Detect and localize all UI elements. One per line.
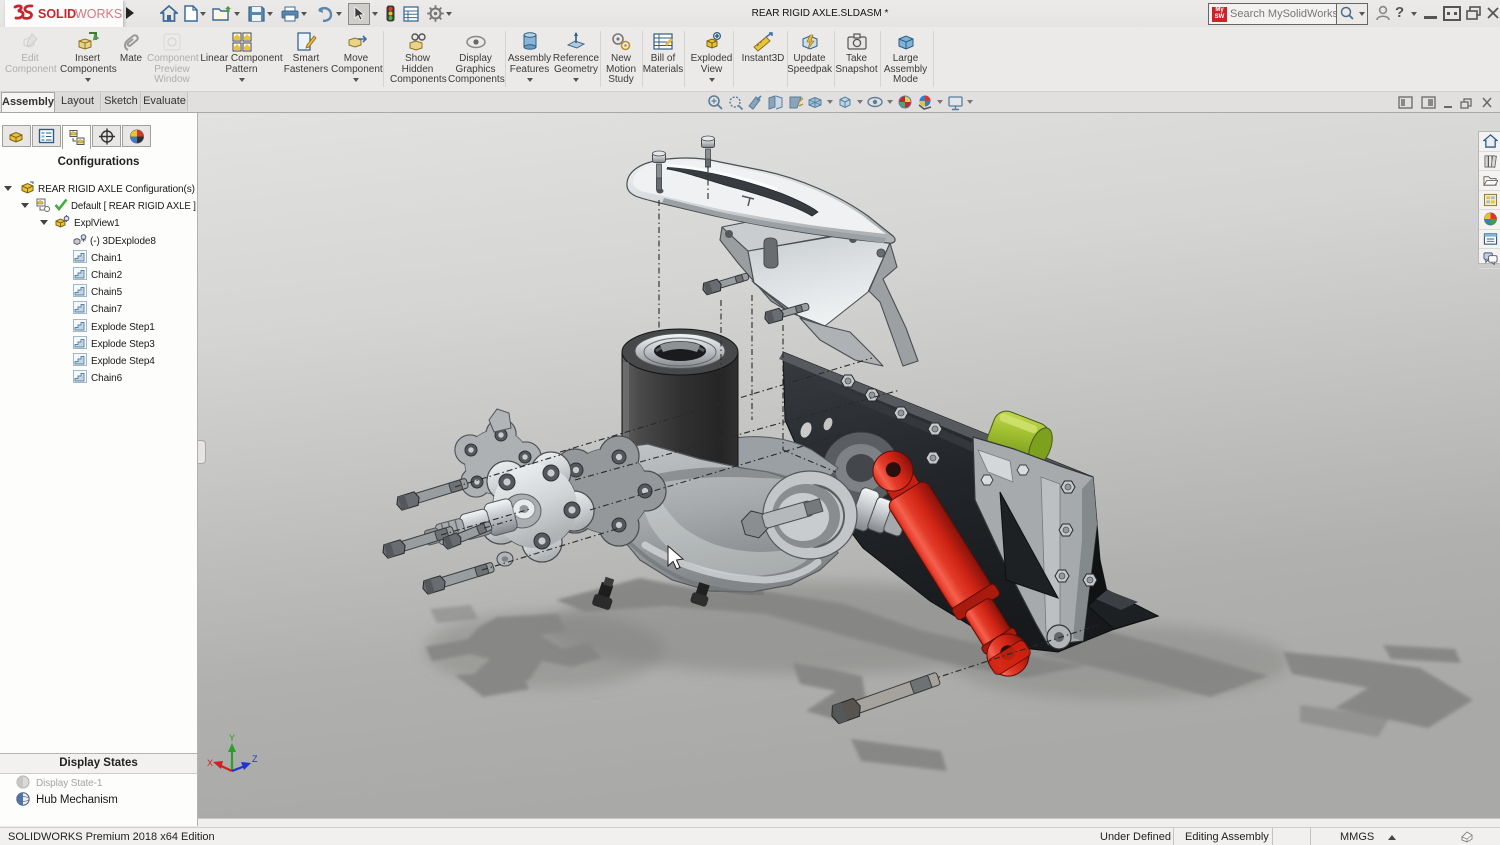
svg-text:Y: Y: [229, 733, 235, 743]
svg-text:SOLID: SOLID: [38, 7, 76, 21]
svg-text:WORKS: WORKS: [75, 7, 122, 21]
svg-text:Z: Z: [252, 754, 258, 764]
svg-text:X: X: [207, 758, 213, 768]
